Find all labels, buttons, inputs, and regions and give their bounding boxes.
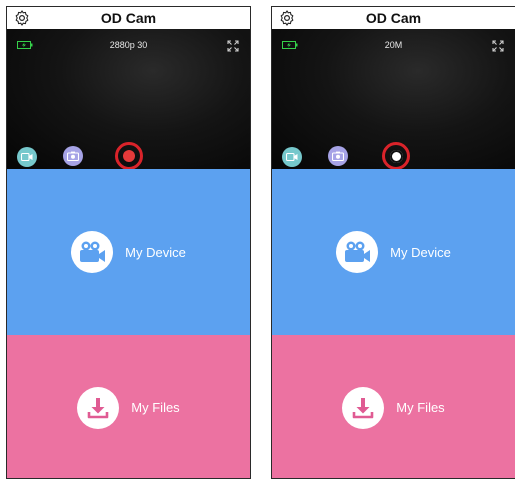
video-camera-icon xyxy=(21,152,33,162)
my-files-label: My Files xyxy=(131,400,180,415)
photo-mode-button[interactable] xyxy=(328,146,348,166)
record-button[interactable] xyxy=(115,142,143,170)
resolution-label: 2880p 30 xyxy=(109,40,148,50)
screen-photo-mode: OD Cam 20M My Device My Files xyxy=(271,6,515,479)
resolution-label: 20M xyxy=(384,40,403,50)
photo-mode-button[interactable] xyxy=(63,146,83,166)
camera-preview[interactable]: 2880p 30 xyxy=(7,29,250,170)
top-bar: OD Cam xyxy=(272,7,515,29)
my-files-button[interactable]: My Files xyxy=(272,335,515,478)
record-dot xyxy=(123,150,135,162)
my-device-label: My Device xyxy=(390,244,451,260)
my-device-button[interactable]: My Device xyxy=(7,169,250,335)
photo-camera-icon xyxy=(67,151,79,161)
camera-preview[interactable]: 20M xyxy=(272,29,515,170)
device-camera-icon xyxy=(336,231,379,273)
expand-icon[interactable] xyxy=(491,39,505,53)
screen-video-mode: OD Cam 2880p 30 My Device My Files xyxy=(6,6,251,479)
video-mode-button[interactable] xyxy=(17,147,37,167)
photo-camera-icon xyxy=(332,151,344,161)
my-device-button[interactable]: My Device xyxy=(272,169,515,335)
shutter-dot xyxy=(389,149,403,163)
top-bar: OD Cam xyxy=(7,7,250,29)
app-title: OD Cam xyxy=(100,10,157,26)
my-files-button[interactable]: My Files xyxy=(7,335,250,478)
device-camera-icon xyxy=(71,231,114,273)
shutter-button[interactable] xyxy=(382,142,410,170)
download-icon xyxy=(77,386,120,429)
app-title: OD Cam xyxy=(365,10,422,26)
my-device-label: My Device xyxy=(125,244,186,260)
download-icon xyxy=(342,386,385,429)
video-camera-icon xyxy=(286,152,298,162)
my-files-label: My Files xyxy=(396,400,445,415)
video-mode-button[interactable] xyxy=(282,147,302,167)
expand-icon[interactable] xyxy=(226,39,240,53)
